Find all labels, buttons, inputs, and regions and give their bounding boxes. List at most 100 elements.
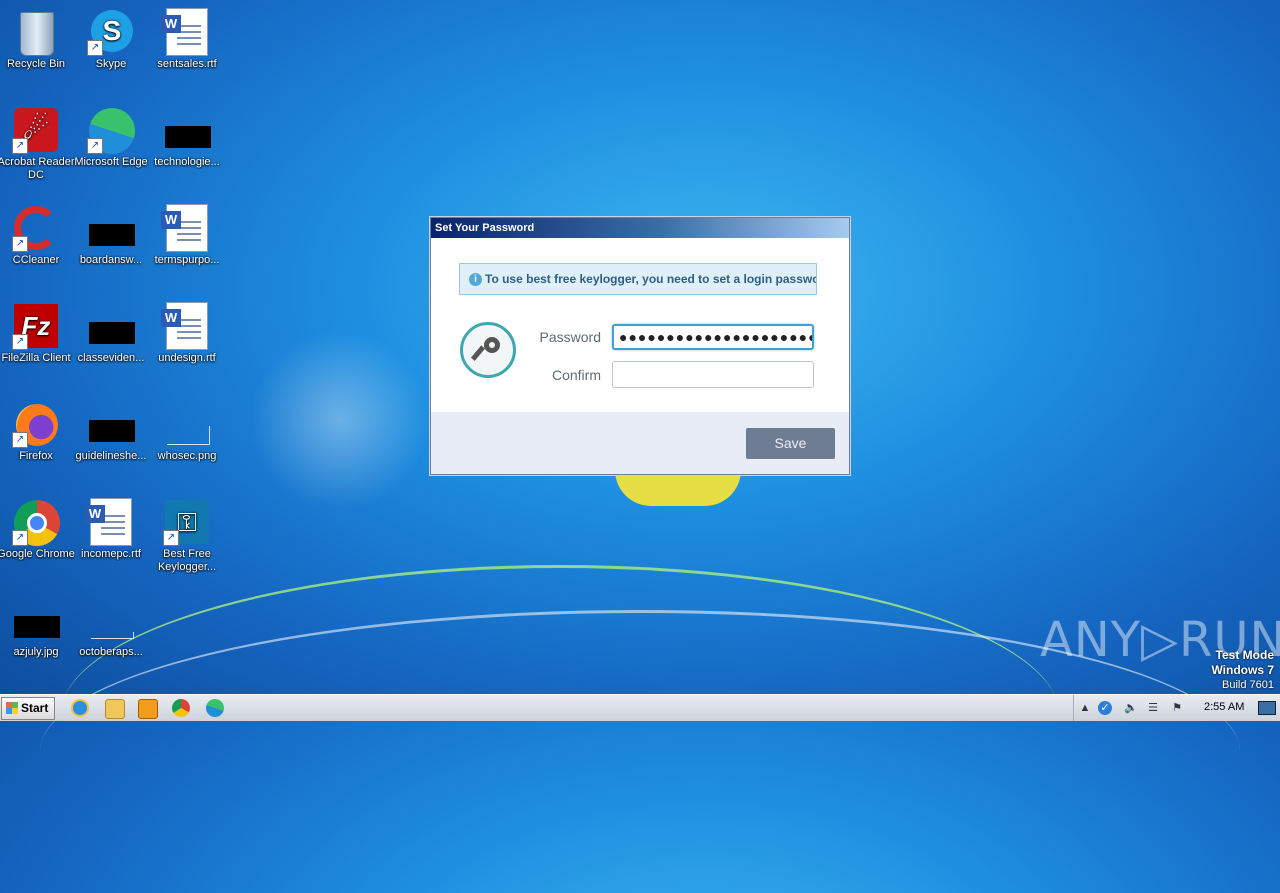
desktop-icon-label: boardansw... xyxy=(79,254,143,266)
start-label: Start xyxy=(21,701,49,715)
build-text: Build 7601 xyxy=(1222,679,1274,691)
desktop-icon-label: incomepc.rtf xyxy=(81,548,141,560)
shortcut-arrow-icon: ↗ xyxy=(87,40,103,56)
info-text: To use best free keylogger, you need to … xyxy=(485,272,817,286)
windows-version-text: Windows 7 xyxy=(1211,663,1274,677)
dialog-footer: Save xyxy=(431,412,849,474)
firefox-icon: ↗ xyxy=(12,400,60,448)
edge-icon: ↗ xyxy=(87,106,135,154)
shortcut-arrow-icon: ↗ xyxy=(12,138,28,154)
shortcut-arrow-icon: ↗ xyxy=(12,334,28,350)
file-icon xyxy=(87,204,135,252)
file-explorer-icon[interactable] xyxy=(105,699,125,719)
word-document-icon: W xyxy=(85,498,135,546)
chrome-icon[interactable] xyxy=(172,699,190,717)
word-document-icon: W xyxy=(161,302,211,350)
shortcut-arrow-icon: ↗ xyxy=(163,530,179,546)
desktop-icon-label: octoberaps... xyxy=(79,646,143,658)
desktop-icon-label: Acrobat Reader DC xyxy=(0,156,75,181)
desktop-icon-undesign[interactable]: W undesign.rtf xyxy=(148,298,226,365)
wallpaper-glow xyxy=(250,330,430,510)
file-icon xyxy=(87,596,135,644)
desktop-icon-whosec[interactable]: whosec.png xyxy=(148,396,226,463)
edge-icon[interactable] xyxy=(206,699,224,717)
desktop-icon-label: FileZilla Client xyxy=(1,352,71,364)
desktop-icon-technologie[interactable]: technologie... xyxy=(148,102,226,169)
info-icon: i xyxy=(469,272,482,286)
desktop-icon-label: azjuly.jpg xyxy=(13,646,59,658)
desktop-icon-label: Google Chrome xyxy=(0,548,75,560)
desktop-icon-label: Recycle Bin xyxy=(6,58,66,70)
desktop-icon-octoberaps[interactable]: octoberaps... xyxy=(72,592,150,659)
desktop-icon-acrobat[interactable]: ☄ ↗ Acrobat Reader DC xyxy=(0,102,75,182)
desktop-icon-label: whosec.png xyxy=(157,450,217,462)
password-field[interactable]: ●●●●●●●●●●●●●●●●●●●●●●● xyxy=(612,324,814,350)
shortcut-arrow-icon: ↗ xyxy=(12,432,28,448)
chrome-icon: ↗ xyxy=(12,498,60,546)
security-shield-icon[interactable]: ✓ xyxy=(1098,701,1112,715)
skype-icon: S ↗ xyxy=(87,8,135,56)
acrobat-icon: ☄ ↗ xyxy=(12,106,60,154)
desktop-icon-label: Firefox xyxy=(19,450,53,462)
desktop-icon-boardansw[interactable]: boardansw... xyxy=(72,200,150,267)
file-icon xyxy=(87,400,135,448)
desktop-icon-skype[interactable]: S ↗ Skype xyxy=(72,4,150,71)
recycle-bin-icon xyxy=(12,8,60,56)
test-mode-text: Test Mode xyxy=(1215,648,1274,662)
desktop-icon-label: Skype xyxy=(95,58,127,70)
shortcut-arrow-icon: ↗ xyxy=(12,236,28,252)
desktop-icon-label: technologie... xyxy=(154,156,220,168)
info-banner: i To use best free keylogger, you need to… xyxy=(459,263,817,295)
desktop-icon-best-free-keylogger[interactable]: ⚿ ↗ Best Free Keylogger... xyxy=(148,494,226,574)
image-file-icon xyxy=(163,400,211,448)
desktop-icon-termspurpo[interactable]: W termspurpo... xyxy=(148,200,226,267)
desktop-icon-label: undesign.rtf xyxy=(158,352,216,364)
shortcut-arrow-icon: ↗ xyxy=(12,530,28,546)
show-hidden-icons-icon[interactable]: ▲ xyxy=(1078,701,1092,715)
keylogger-icon: ⚿ ↗ xyxy=(163,498,211,546)
desktop-icon-ccleaner[interactable]: ↗ CCleaner xyxy=(0,200,75,267)
ccleaner-icon: ↗ xyxy=(12,204,60,252)
desktop-icon-edge[interactable]: ↗ Microsoft Edge xyxy=(72,102,150,169)
internet-explorer-icon[interactable] xyxy=(71,699,89,717)
word-document-icon: W xyxy=(161,8,211,56)
desktop-icon-label: termspurpo... xyxy=(154,254,220,266)
word-document-icon: W xyxy=(161,204,211,252)
desktop-icon-label: sentsales.rtf xyxy=(157,58,217,70)
volume-icon[interactable]: 🔈 xyxy=(1124,701,1138,715)
desktop-icon-firefox[interactable]: ↗ Firefox xyxy=(0,396,75,463)
media-player-icon[interactable] xyxy=(138,699,158,719)
network-icon[interactable]: ☰ xyxy=(1146,701,1160,715)
desktop-icon-filezilla[interactable]: Fz ↗ FileZilla Client xyxy=(0,298,75,365)
password-label: Password xyxy=(539,329,601,345)
clock[interactable]: 2:55 AM xyxy=(1204,701,1244,713)
action-center-flag-icon[interactable]: ⚑ xyxy=(1170,701,1184,715)
set-password-dialog: Set Your Password i To use best free keyl… xyxy=(430,217,850,475)
desktop-icon-guidelineshe[interactable]: guidelineshe... xyxy=(72,396,150,463)
taskbar: Start ▲ ✓ 🔈 ☰ ⚑ 2:55 AM xyxy=(0,694,1280,721)
desktop-icon-label: classeviden... xyxy=(77,352,145,364)
wallpaper-flower xyxy=(615,470,741,506)
desktop-icon-sentsales[interactable]: W sentsales.rtf xyxy=(148,4,226,71)
desktop-icon-label: Microsoft Edge xyxy=(74,156,148,168)
dialog-title[interactable]: Set Your Password xyxy=(431,218,849,238)
desktop-icon-azjuly[interactable]: azjuly.jpg xyxy=(0,592,75,659)
show-desktop-icon[interactable] xyxy=(1258,701,1276,715)
confirm-label: Confirm xyxy=(551,367,601,383)
desktop-icon-recycle-bin[interactable]: Recycle Bin xyxy=(0,4,75,71)
desktop-icon-label: CCleaner xyxy=(12,254,60,266)
shortcut-arrow-icon: ↗ xyxy=(87,138,103,154)
desktop-icon-classeviden[interactable]: classeviden... xyxy=(72,298,150,365)
desktop-icon-label: Best Free Keylogger... xyxy=(157,548,217,573)
filezilla-icon: Fz ↗ xyxy=(12,302,60,350)
file-icon xyxy=(87,302,135,350)
desktop-icon-incomepc[interactable]: W incomepc.rtf xyxy=(72,494,150,561)
save-button[interactable]: Save xyxy=(746,428,835,459)
desktop-icon-label: guidelineshe... xyxy=(75,450,147,462)
start-button[interactable]: Start xyxy=(1,697,55,720)
file-icon xyxy=(163,106,211,154)
test-mode-watermark: Test Mode Windows 7 Build 7601 xyxy=(1211,648,1274,692)
confirm-field[interactable] xyxy=(612,361,814,388)
desktop-icon-chrome[interactable]: ↗ Google Chrome xyxy=(0,494,75,561)
image-file-icon xyxy=(12,596,60,644)
